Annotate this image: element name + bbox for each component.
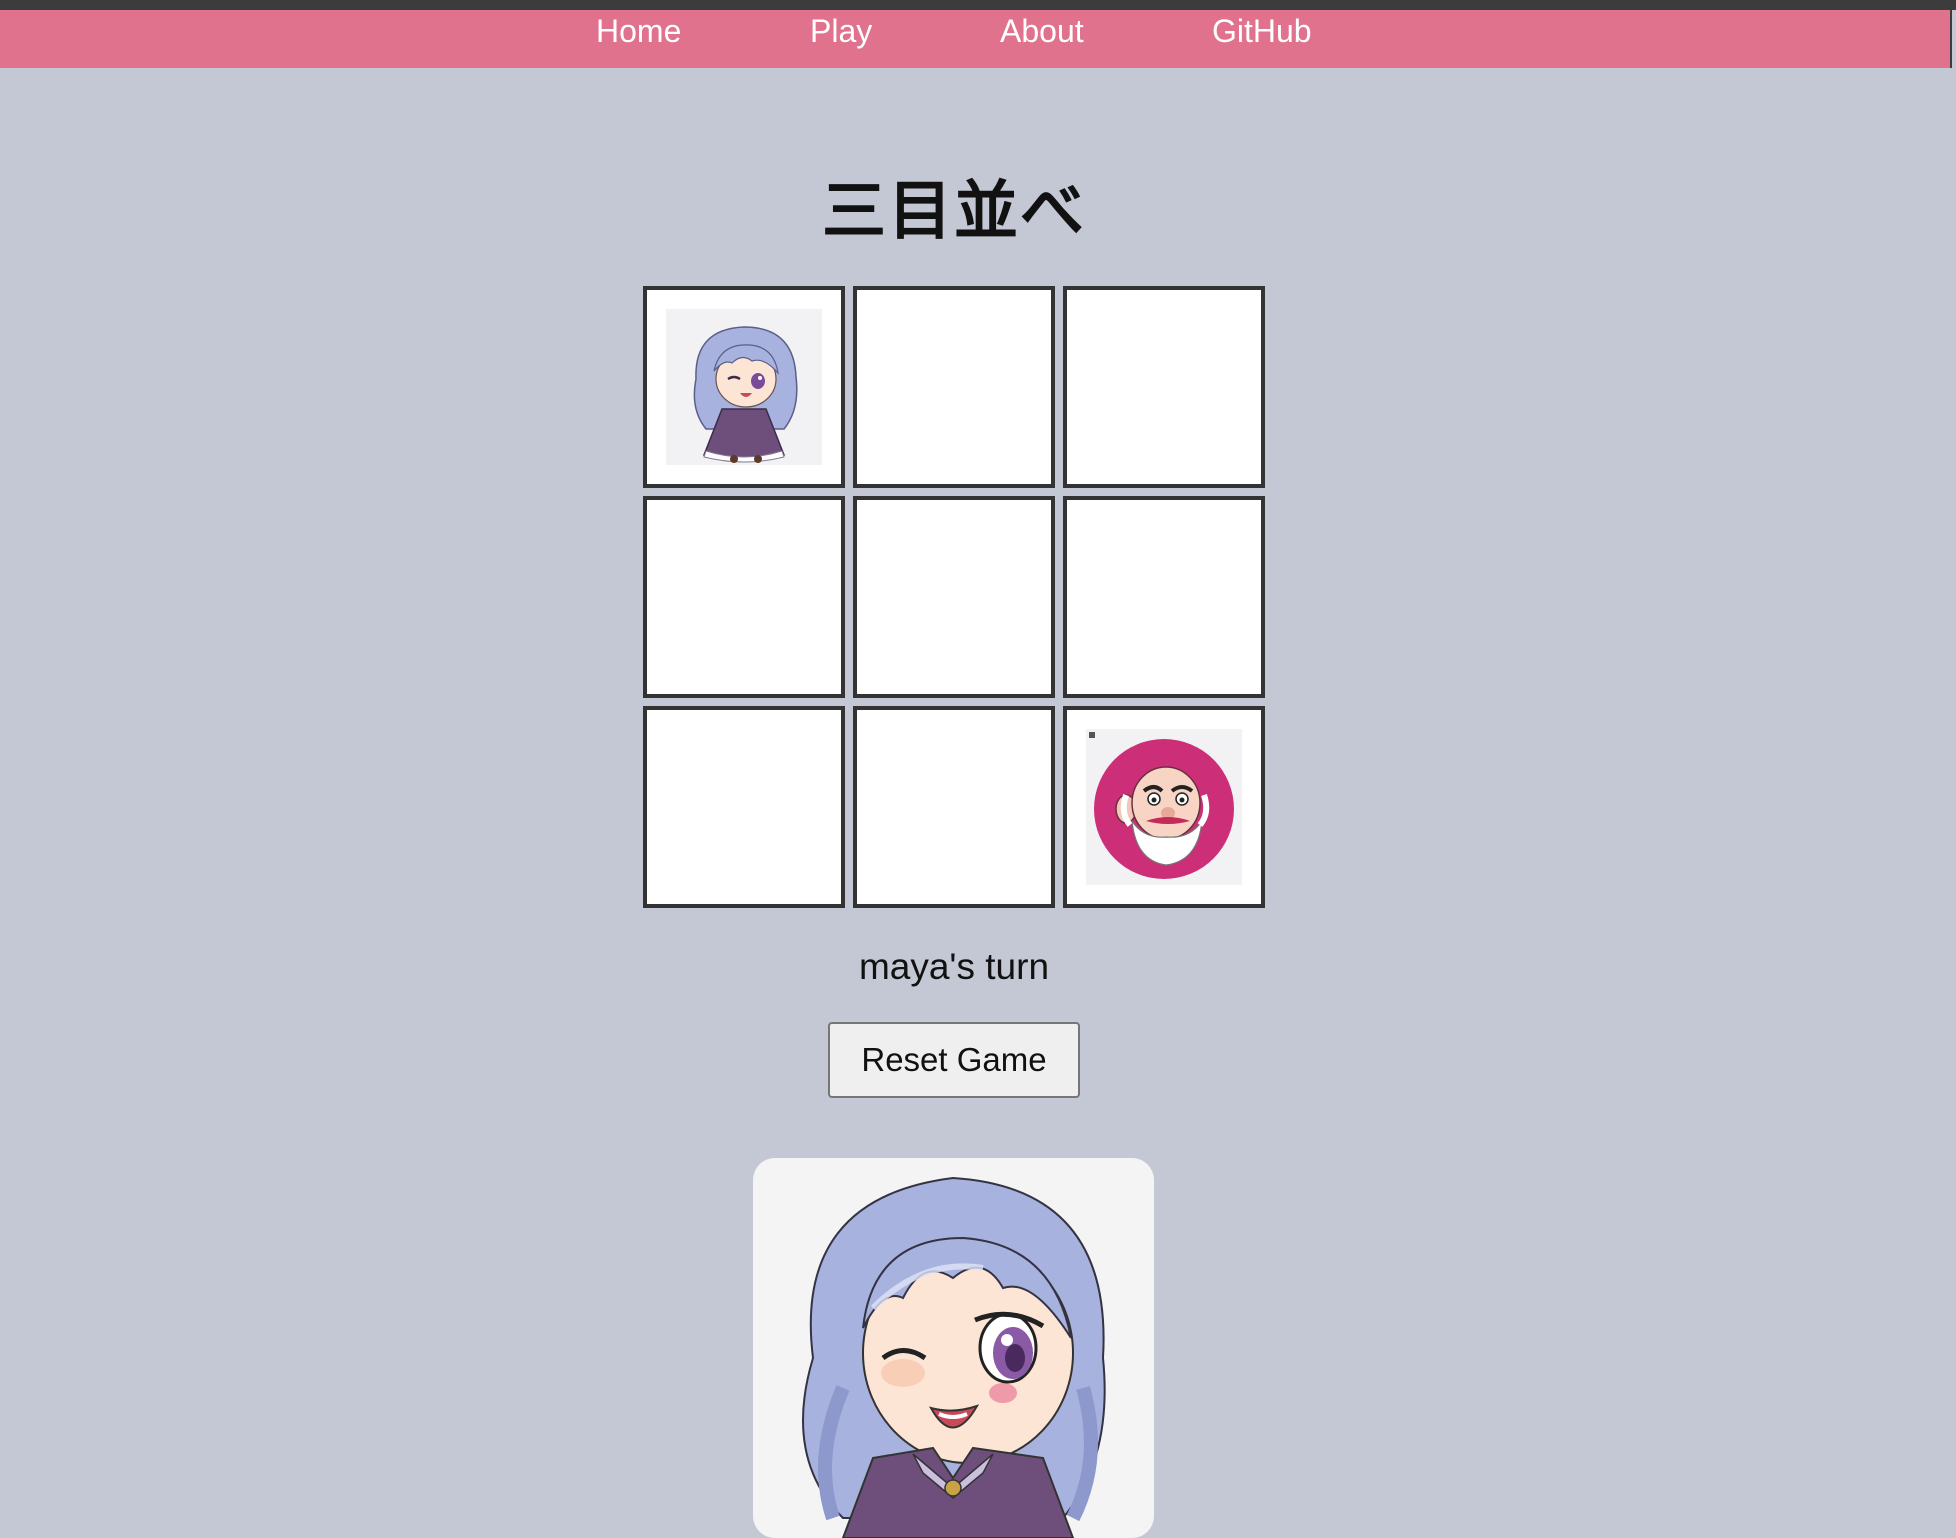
game-board: [643, 286, 1266, 909]
turn-status: maya's turn: [858, 946, 1050, 987]
nav-play-link[interactable]: Play: [810, 10, 872, 52]
navbar: Home Play About GitHub: [0, 10, 1950, 68]
nav-about-link[interactable]: About: [1000, 10, 1084, 52]
board-cell-2-1[interactable]: [853, 706, 1055, 908]
board-cell-2-2[interactable]: [1063, 706, 1265, 908]
nav-home-link[interactable]: Home: [596, 10, 681, 52]
board-cell-2-0[interactable]: [643, 706, 845, 908]
current-player-portrait: [753, 1158, 1154, 1538]
board-cell-1-1[interactable]: [853, 496, 1055, 698]
board-cell-1-2[interactable]: [1063, 496, 1265, 698]
anime-girl-piece-icon: [666, 309, 822, 465]
top-strip: [0, 0, 1956, 10]
nav-github-link[interactable]: GitHub: [1212, 10, 1312, 52]
reset-game-button[interactable]: Reset Game: [828, 1022, 1080, 1098]
board-cell-0-2[interactable]: [1063, 286, 1265, 488]
board-cell-1-0[interactable]: [643, 496, 845, 698]
bearded-old-man-piece-icon: [1086, 729, 1242, 885]
game-title: 三目並べ: [822, 175, 1086, 249]
board-cell-0-0[interactable]: [643, 286, 845, 488]
anime-girl-portrait: [802, 1176, 1106, 1538]
board-cell-0-1[interactable]: [853, 286, 1055, 488]
window-edge-line: [1950, 10, 1952, 68]
